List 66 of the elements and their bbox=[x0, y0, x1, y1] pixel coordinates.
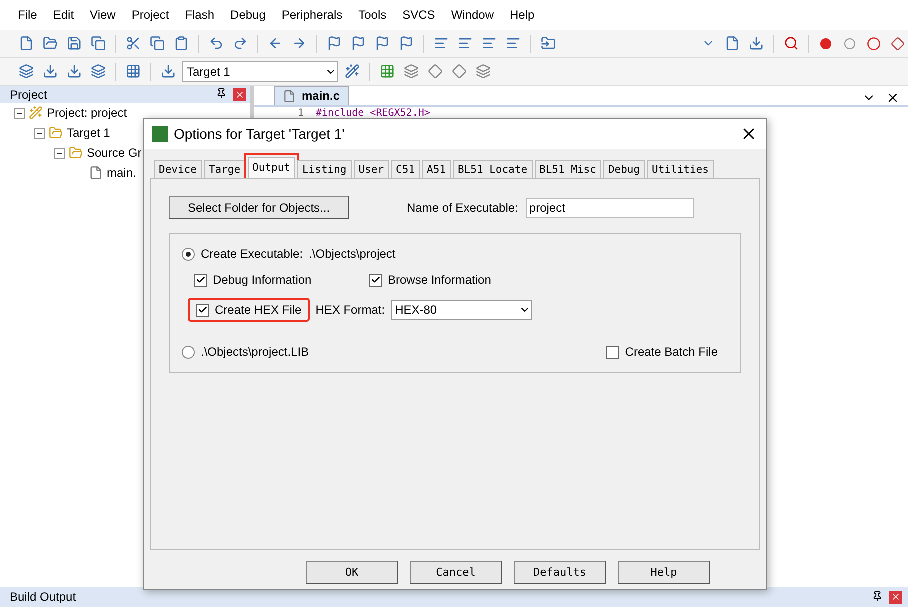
tab[interactable]: Debug bbox=[603, 160, 646, 178]
hex-format-select[interactable]: HEX-80 bbox=[391, 300, 532, 320]
option-label: Browse Information bbox=[388, 273, 492, 287]
tab[interactable]: BL51 Locate bbox=[452, 160, 533, 178]
tab[interactable]: Listing bbox=[297, 160, 352, 178]
select-folder-button[interactable]: Select Folder for Objects... bbox=[169, 196, 349, 219]
target-select[interactable]: Target 1 bbox=[182, 61, 338, 82]
tab[interactable]: C51 bbox=[391, 160, 420, 178]
collapse-toggle[interactable] bbox=[54, 148, 65, 158]
close-icon[interactable] bbox=[886, 91, 900, 105]
tree-item[interactable]: main. bbox=[107, 166, 136, 180]
dialog-button[interactable]: OK bbox=[306, 561, 398, 584]
checkbox[interactable] bbox=[369, 274, 382, 286]
menu-item[interactable]: Edit bbox=[45, 8, 82, 22]
pane-title: Project bbox=[10, 88, 48, 102]
menu-item[interactable]: View bbox=[82, 8, 124, 22]
dialog-title: Options for Target 'Target 1' bbox=[174, 126, 345, 142]
line-number: 1 bbox=[296, 107, 304, 120]
project-icon bbox=[29, 106, 43, 120]
dialog-button[interactable]: Cancel bbox=[410, 561, 502, 584]
menu-item[interactable]: Peripherals bbox=[274, 8, 351, 22]
folder-icon bbox=[49, 126, 63, 140]
tree-item[interactable]: Target 1 bbox=[67, 126, 110, 140]
field-label: HEX Format: bbox=[316, 303, 386, 317]
tab[interactable]: Utilities bbox=[647, 160, 714, 178]
checkbox[interactable] bbox=[194, 274, 207, 286]
menu-item[interactable]: Debug bbox=[222, 8, 274, 22]
field-label: Name of Executable: bbox=[407, 200, 518, 214]
menu-item[interactable]: Window bbox=[443, 8, 502, 22]
dialog-button[interactable]: Help bbox=[618, 561, 710, 584]
option-label: Create HEX File bbox=[215, 303, 302, 317]
option-label: Create Executable: bbox=[201, 247, 304, 261]
checkbox[interactable] bbox=[196, 304, 209, 316]
radio-button[interactable] bbox=[182, 346, 195, 358]
option-label: .\Objects\project.LIB bbox=[201, 345, 310, 359]
collapse-toggle[interactable] bbox=[34, 128, 45, 138]
file-icon bbox=[89, 166, 103, 180]
menu-item[interactable]: File bbox=[10, 8, 46, 22]
file-icon bbox=[283, 90, 296, 102]
radio-button[interactable] bbox=[182, 248, 195, 260]
checkbox[interactable] bbox=[606, 346, 620, 358]
code-line: #include <REGX52.H> bbox=[316, 107, 430, 120]
tab[interactable]: User bbox=[354, 160, 390, 178]
menu-item[interactable]: Flash bbox=[177, 8, 223, 22]
menu-item[interactable]: SVCS bbox=[394, 8, 444, 22]
tab[interactable]: BL51 Misc bbox=[534, 160, 602, 178]
tab[interactable]: Targe bbox=[204, 160, 246, 178]
path-text: .\Objects\project bbox=[309, 247, 396, 261]
tree-item[interactable]: Source Gr bbox=[87, 146, 142, 160]
collapse-toggle[interactable] bbox=[14, 108, 25, 118]
pin-icon[interactable] bbox=[872, 590, 883, 602]
app-logo-icon bbox=[152, 126, 168, 142]
option-label: Create Batch File bbox=[625, 345, 718, 359]
name-field[interactable]: project bbox=[526, 198, 694, 218]
menu-item[interactable]: Tools bbox=[350, 8, 395, 22]
tab[interactable]: A51 bbox=[422, 160, 451, 178]
dialog-button[interactable]: Defaults bbox=[514, 561, 606, 584]
menu-item[interactable]: Help bbox=[502, 8, 543, 22]
file-tab[interactable]: main.c bbox=[274, 86, 350, 105]
folder-icon bbox=[69, 146, 83, 160]
pane-title: Build Output bbox=[10, 590, 76, 604]
tab[interactable]: Device bbox=[154, 160, 202, 178]
menu-item[interactable]: Project bbox=[124, 8, 178, 22]
tree-item[interactable]: Project: project bbox=[47, 106, 128, 120]
pin-icon[interactable] bbox=[216, 88, 227, 99]
option-label: Debug Information bbox=[213, 273, 313, 287]
